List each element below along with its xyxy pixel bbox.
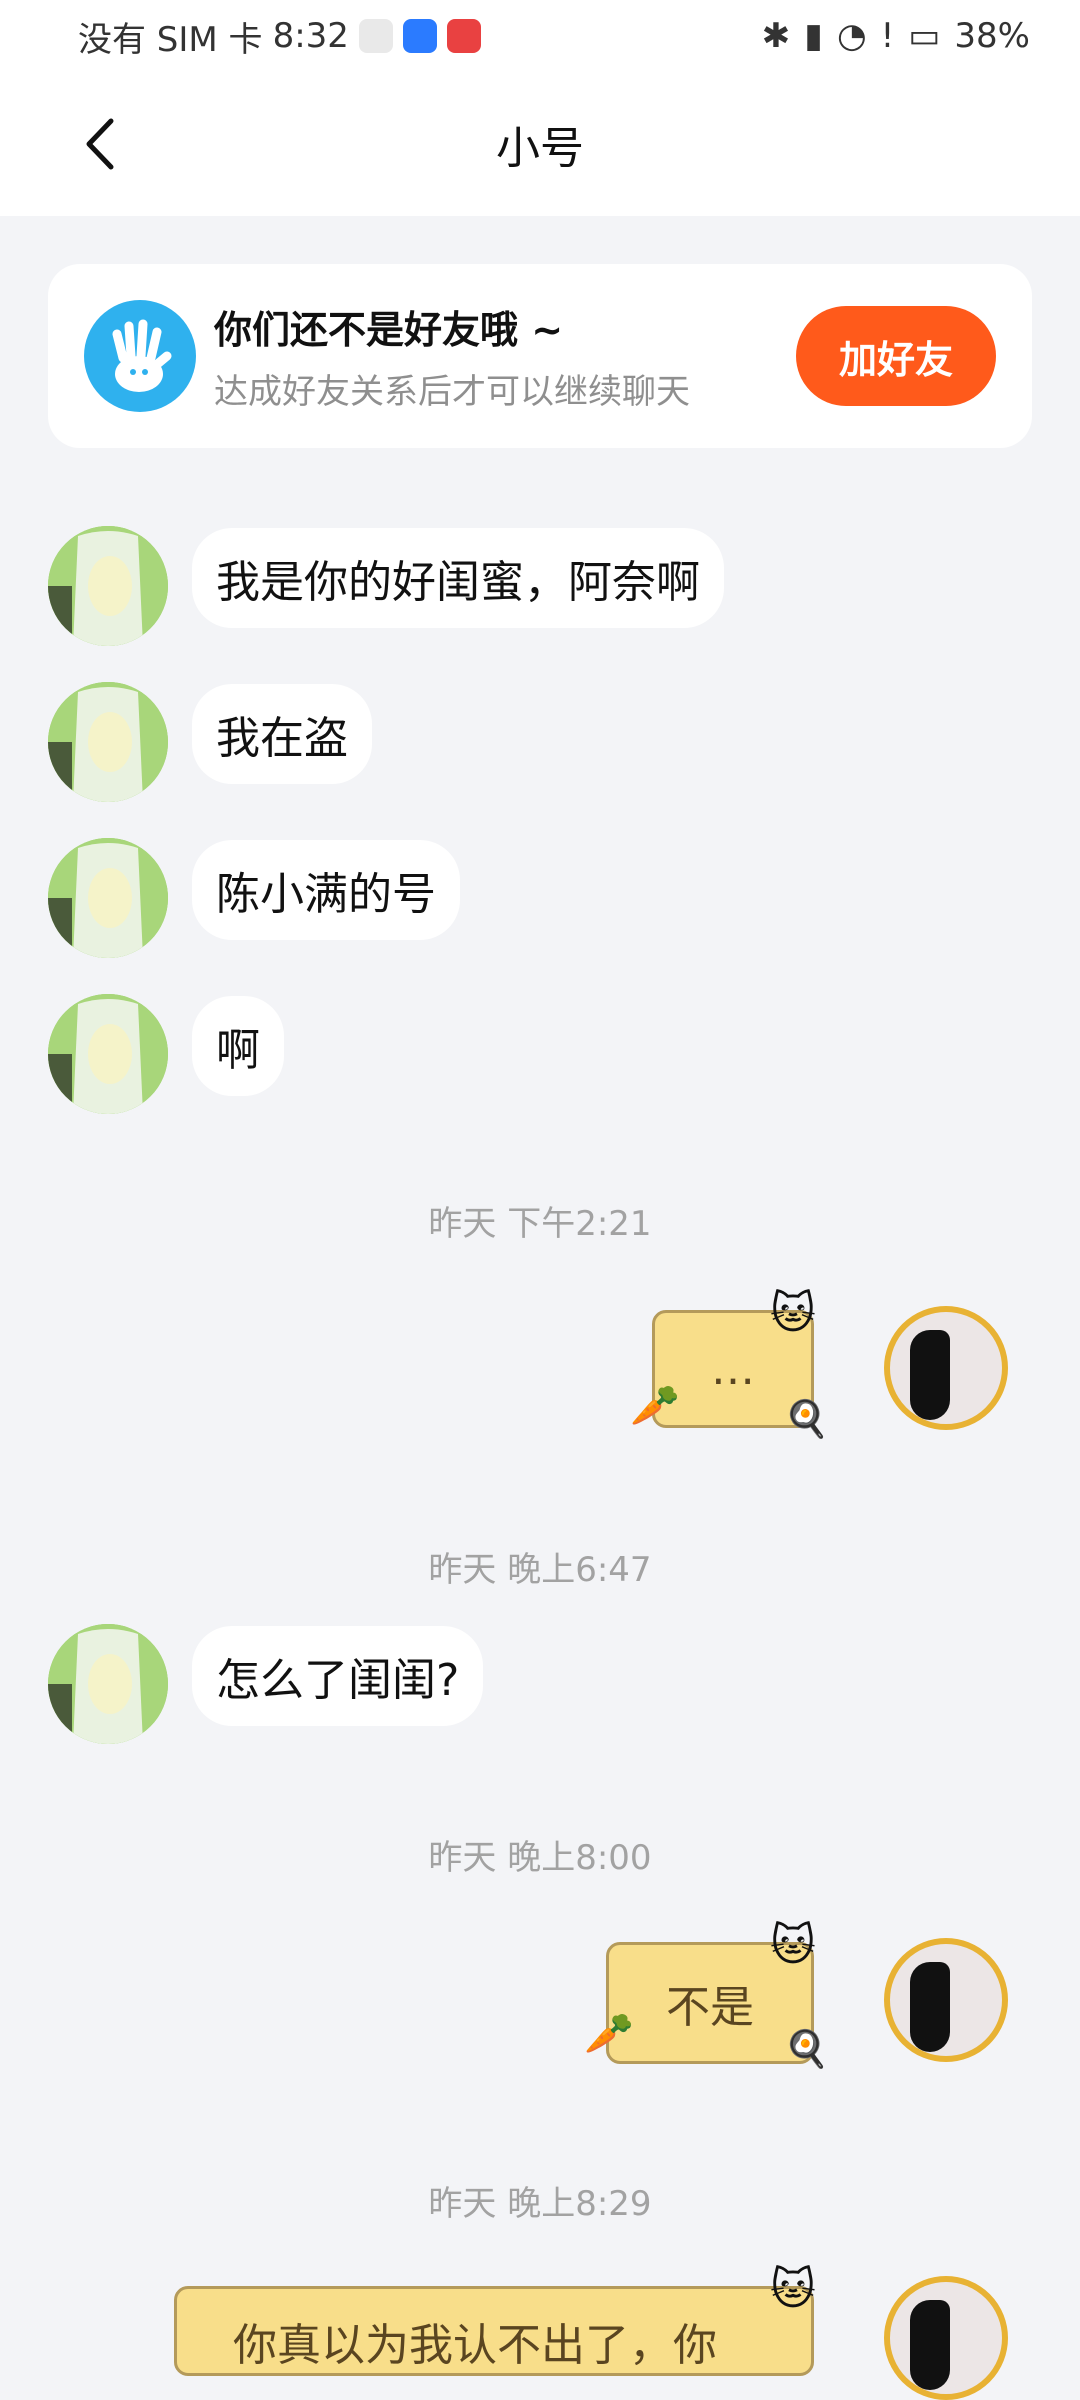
weather-icon — [402, 19, 437, 53]
message-bubble[interactable]: 啊 — [192, 996, 284, 1096]
status-bar: 没有 SIM 卡 8:32 ✱ ▮ ◔ ! ▭ 38% — [0, 0, 1080, 72]
wifi-icon: ◔ — [836, 16, 867, 56]
cat-decoration-icon: 🐱 — [770, 1920, 816, 1971]
message-bubble[interactable]: 陈小满的号 — [192, 840, 460, 940]
user-avatar[interactable] — [884, 1306, 1008, 1430]
carrot-decoration-icon: 🥕 — [584, 2011, 634, 2057]
timestamp: 昨天 晚上6:47 — [428, 1550, 652, 1590]
cat-decoration-icon: 🐱 — [770, 2264, 816, 2315]
user-avatar[interactable] — [884, 2276, 1008, 2400]
back-arrow-icon — [86, 118, 114, 170]
contact-avatar[interactable] — [48, 1624, 168, 1744]
notice-subtitle: 达成好友关系后才可以继续聊天 — [214, 372, 690, 412]
huawei-icon — [446, 19, 481, 53]
wechat-icon — [358, 19, 393, 53]
bluetooth-icon: ✱ — [761, 16, 791, 56]
hand-icon — [84, 300, 196, 412]
title-bar: 小号 — [0, 72, 1080, 216]
contact-avatar[interactable] — [48, 994, 168, 1114]
message-bubble[interactable]: 怎么了闺闺? — [192, 1626, 484, 1726]
message-bubble[interactable]: 我在盗 — [192, 684, 372, 784]
carrier-text: 没有 SIM 卡 — [78, 19, 263, 60]
vibrate-icon: ▮ — [804, 16, 823, 56]
page-title: 小号 — [496, 123, 584, 174]
sent-message-bubble[interactable]: 你真以为我认不出了，你 — [174, 2286, 814, 2376]
alert-icon: ! — [880, 16, 895, 56]
add-friend-button[interactable]: 加好友 — [796, 306, 996, 406]
user-avatar[interactable] — [884, 1938, 1008, 2062]
timestamp: 昨天 晚上8:29 — [428, 2184, 652, 2224]
contact-avatar[interactable] — [48, 838, 168, 958]
cat-decoration-icon: 🐱 — [770, 1288, 816, 1339]
friend-notice-card: 你们还不是好友哦 ~ 达成好友关系后才可以继续聊天 加好友 — [48, 264, 1032, 448]
notice-title: 你们还不是好友哦 ~ — [214, 308, 564, 352]
back-button[interactable] — [68, 112, 132, 176]
timestamp: 昨天 晚上8:00 — [428, 1838, 652, 1878]
contact-avatar[interactable] — [48, 526, 168, 646]
egg-decoration-icon: 🍳 — [784, 1399, 829, 1440]
message-bubble[interactable]: 我是你的好闺蜜，阿奈啊 — [192, 528, 724, 628]
battery-icon: ▭ — [908, 16, 941, 56]
egg-decoration-icon: 🍳 — [784, 2029, 829, 2070]
clock: 8:32 — [272, 16, 349, 56]
battery-percent: 38% — [954, 16, 1030, 56]
carrot-decoration-icon: 🥕 — [630, 1383, 680, 1429]
message-text: 你真以为我认不出了，你 — [233, 2320, 717, 2371]
timestamp: 昨天 下午2:21 — [428, 1204, 652, 1244]
contact-avatar[interactable] — [48, 682, 168, 802]
